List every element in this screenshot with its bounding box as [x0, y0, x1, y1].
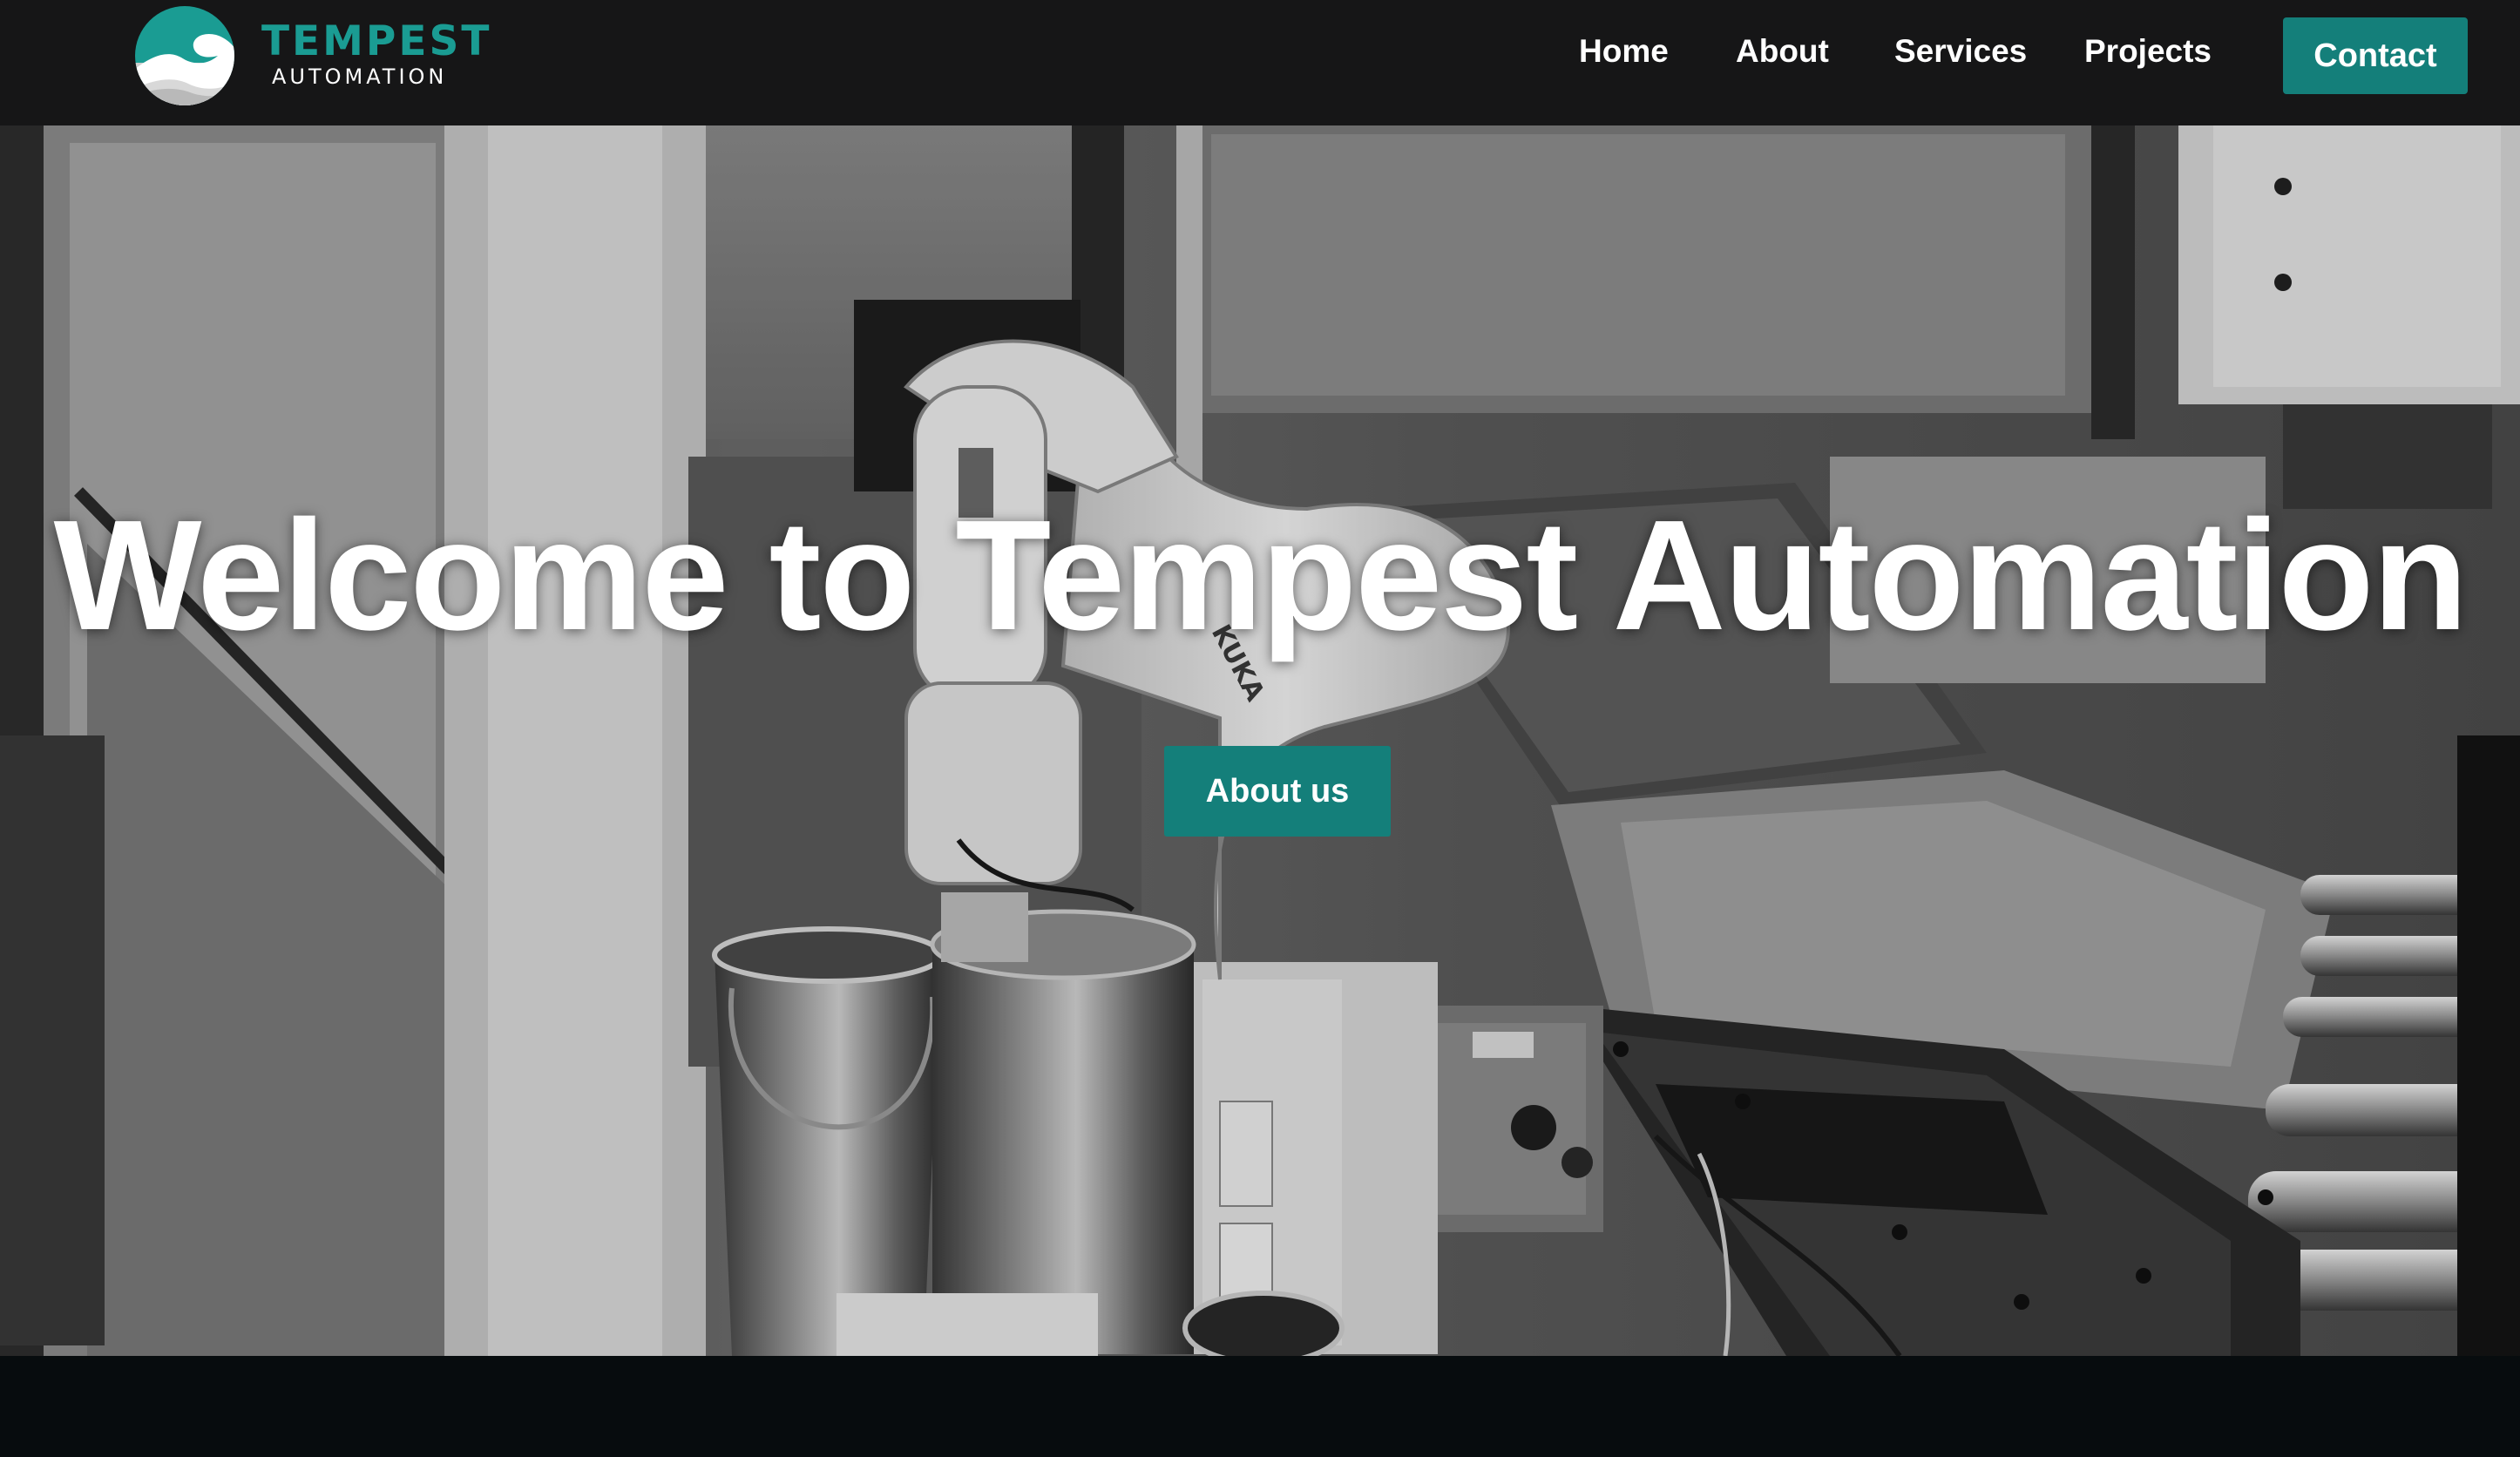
brand-tagline: AUTOMATION: [272, 64, 448, 89]
navbar: TEMPEST AUTOMATION Home About Services P…: [0, 0, 2520, 125]
nav-projects-link[interactable]: Projects: [2084, 30, 2212, 73]
nav-about-link[interactable]: About: [1736, 30, 1829, 73]
brand-logo[interactable]: TEMPEST AUTOMATION: [134, 5, 489, 108]
nav-home-link[interactable]: Home: [1579, 30, 1669, 73]
contact-button[interactable]: Contact: [2283, 17, 2468, 94]
wave-icon: [135, 6, 234, 105]
page-bottom-band: [0, 1356, 2520, 1457]
nav-services-link[interactable]: Services: [1894, 30, 2027, 73]
hero-section: KUKA Welcome to Tempest Automation About…: [0, 125, 2520, 1356]
hero-title: Welcome to Tempest Automation: [53, 488, 2469, 663]
about-us-button[interactable]: About us: [1164, 746, 1391, 837]
hero-background-image: KUKA: [0, 125, 2520, 1356]
brand-name: TEMPEST: [261, 17, 492, 65]
